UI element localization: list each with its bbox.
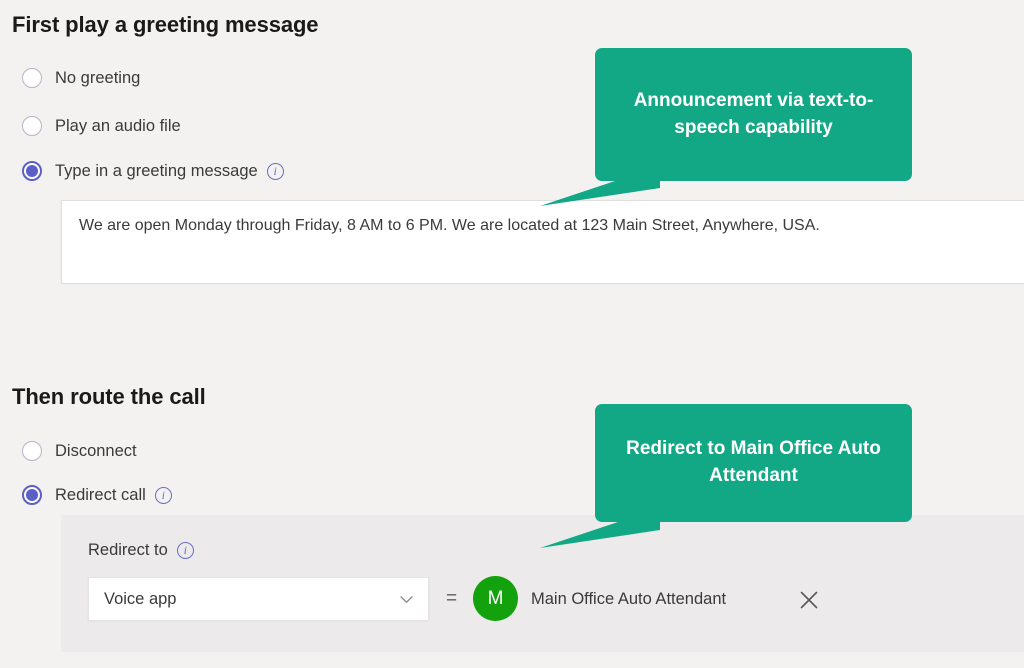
radio-label-redirect-call: Redirect call <box>55 485 146 504</box>
greeting-message-text: We are open Monday through Friday, 8 AM … <box>79 217 820 234</box>
radio-option-type-greeting[interactable]: Type in a greeting message i <box>22 157 284 185</box>
equals-separator: = <box>446 588 458 609</box>
callout-redirect-target: Redirect to Main Office Auto Attendant <box>595 404 912 522</box>
radio-button-no-greeting[interactable] <box>22 68 42 88</box>
redirect-to-dropdown-value: Voice app <box>104 589 177 608</box>
route-section-title: Then route the call <box>12 384 206 409</box>
info-icon-redirect-to[interactable]: i <box>176 542 194 559</box>
redirect-to-field-label: Redirect to i <box>88 541 194 560</box>
radio-option-play-audio-file[interactable]: Play an audio file <box>22 112 181 140</box>
info-icon-redirect-call[interactable]: i <box>154 486 172 504</box>
radio-label-type-greeting: Type in a greeting message <box>55 161 258 180</box>
assignee-name: Main Office Auto Attendant <box>531 590 727 608</box>
page-root: First play a greeting message No greetin… <box>0 0 1024 668</box>
redirect-to-label-text: Redirect to <box>88 541 168 559</box>
radio-button-play-audio-file[interactable] <box>22 116 42 136</box>
avatar: M <box>473 576 518 621</box>
greeting-message-textarea[interactable]: We are open Monday through Friday, 8 AM … <box>61 200 1024 284</box>
close-icon[interactable] <box>797 588 821 612</box>
info-icon-type-greeting[interactable]: i <box>266 162 284 180</box>
radio-option-redirect-call[interactable]: Redirect call i <box>22 481 172 509</box>
radio-button-type-greeting[interactable] <box>22 161 42 181</box>
callout-text-to-speech: Announcement via text-to-speech capabili… <box>595 48 912 181</box>
radio-label-no-greeting: No greeting <box>55 68 141 87</box>
callout-redirect-target-text: Redirect to Main Office Auto Attendant <box>626 438 881 486</box>
avatar-initial: M <box>487 588 504 609</box>
callout-text-to-speech-text: Announcement via text-to-speech capabili… <box>633 89 874 138</box>
greeting-section-title: First play a greeting message <box>12 12 319 37</box>
radio-option-no-greeting[interactable]: No greeting <box>22 64 140 92</box>
radio-button-disconnect[interactable] <box>22 441 42 461</box>
redirect-to-dropdown[interactable]: Voice app <box>88 577 429 621</box>
radio-option-disconnect[interactable]: Disconnect <box>22 437 137 465</box>
radio-label-disconnect: Disconnect <box>55 441 137 460</box>
radio-label-play-audio-file: Play an audio file <box>55 116 181 135</box>
radio-button-redirect-call[interactable] <box>22 485 42 505</box>
chevron-down-icon <box>399 592 414 607</box>
